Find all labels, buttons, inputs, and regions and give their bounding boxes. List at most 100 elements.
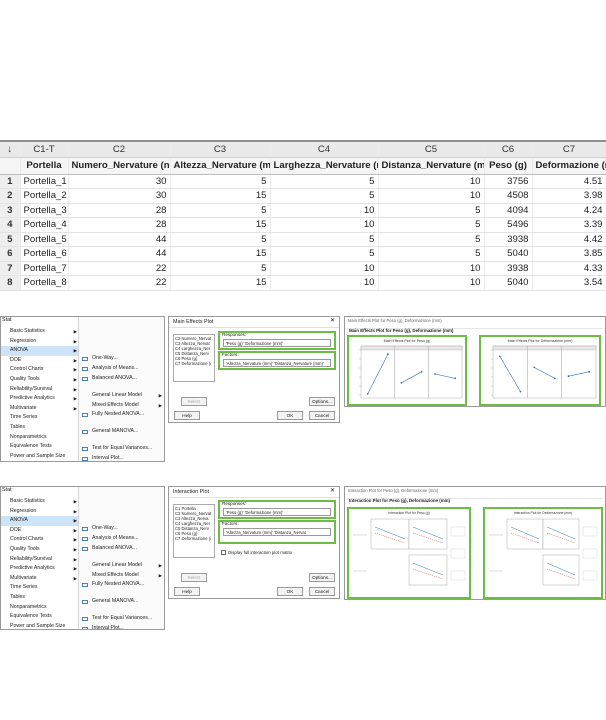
row-number[interactable]: 7 [0,261,21,276]
table-cell[interactable]: 22 [68,275,171,291]
select-button[interactable]: Select [181,573,207,582]
table-cell[interactable]: 4.42 [532,232,606,247]
close-icon[interactable]: ✕ [330,317,335,324]
menu-item[interactable]: Reliability/Survival ▶ [1,555,78,565]
table-cell[interactable]: 3.85 [532,246,606,262]
submenu-item[interactable]: Balanced ANOVA... [79,374,164,384]
table-cell[interactable]: 28 [68,203,171,218]
table-cell[interactable]: 10 [378,275,485,291]
menu-item[interactable]: Time Series [1,413,78,423]
table-cell[interactable]: Portella_8 [20,275,69,291]
table-cell[interactable]: 4.33 [532,261,606,276]
menu-item[interactable]: Tables [1,593,78,603]
column-id[interactable]: C5 [378,140,485,158]
table-cell[interactable]: 10 [270,275,379,291]
table-cell[interactable]: 15 [170,246,271,262]
menu-item[interactable]: Multivariate ▶ [1,404,78,414]
table-cell[interactable]: 5040 [484,246,533,262]
options-button[interactable]: Options... [309,573,335,582]
row-number[interactable]: 4 [0,217,21,233]
table-cell[interactable]: 10 [378,261,485,276]
menu-item[interactable]: Equivalence Tests [1,442,78,452]
table-cell[interactable]: 3938 [484,232,533,247]
row-number[interactable]: 2 [0,188,21,204]
table-cell[interactable]: 5 [378,217,485,233]
column-name[interactable]: Deformazione (mm) [532,157,606,175]
menu-item[interactable]: Time Series [1,583,78,593]
menu-item[interactable]: Quality Tools ▶ [1,545,78,555]
ok-button[interactable]: OK [277,411,303,420]
table-cell[interactable]: 5 [270,246,379,262]
column-name[interactable]: Larghezza_Nervature (mm) [270,157,379,175]
menu-item[interactable]: Nonparametrics [1,603,78,613]
table-cell[interactable]: 4.51 [532,174,606,189]
variable-item[interactable]: C7 Deformazione (i [175,536,213,541]
menu-item[interactable]: Basic Statistics ▶ [1,327,78,337]
table-cell[interactable]: 22 [68,261,171,276]
column-id[interactable]: C2 [68,140,171,158]
column-name[interactable]: Peso (g) [484,157,533,175]
table-cell[interactable]: 15 [170,275,271,291]
submenu-item[interactable]: Fully Nested ANOVA... [79,580,164,590]
table-cell[interactable]: 15 [170,217,271,233]
menu-item[interactable]: Regression ▶ [1,507,78,517]
deformazione-interaction-frame[interactable]: Interaction Plot for Deformazione (mm) [483,507,603,599]
column-id[interactable]: C6 [484,140,533,158]
submenu-item[interactable]: Analysis of Means... [79,534,164,544]
submenu-item[interactable]: One-Way... [79,354,164,364]
peso-interaction-frame[interactable]: Interaction Plot for Peso (g) [347,507,471,599]
column-name[interactable]: Altezza_Nervature (mm) [170,157,271,175]
column-name[interactable]: Portella [20,157,69,175]
help-button[interactable]: Help [174,411,200,420]
row-number[interactable]: 8 [0,275,21,291]
menu-item[interactable]: Power and Sample Size [1,452,78,461]
table-cell[interactable]: 4.24 [532,203,606,218]
responses-field[interactable]: 'Peso (g)' 'Deformazione (mm)' [223,339,331,347]
table-cell[interactable]: Portella_6 [20,246,69,262]
table-cell[interactable]: 5 [170,261,271,276]
submenu-item[interactable]: Test for Equal Variances... [79,444,164,454]
row-number[interactable]: 6 [0,246,21,262]
menu-item[interactable]: Basic Statistics ▶ [1,497,78,507]
submenu-item[interactable]: Fully Nested ANOVA... [79,410,164,420]
table-cell[interactable]: 5 [270,232,379,247]
menu-item[interactable]: Predictive Analytics ▶ [1,394,78,404]
factors-field[interactable]: 'Altezza_Nervature (mm)' 'Distanza_Nerva… [223,359,331,367]
menu-item[interactable]: Quality Tools ▶ [1,375,78,385]
menu-item[interactable]: Regression ▶ [1,337,78,347]
menu-item[interactable]: Control Charts ▶ [1,365,78,375]
table-cell[interactable]: 10 [270,217,379,233]
table-cell[interactable]: 5040 [484,275,533,291]
table-cell[interactable]: 3756 [484,174,533,189]
table-cell[interactable]: 3.54 [532,275,606,291]
submenu-item[interactable]: Balanced ANOVA... [79,544,164,554]
submenu-item[interactable]: Mixed Effects Model ▶ [79,401,164,411]
table-cell[interactable]: 4508 [484,188,533,204]
table-cell[interactable]: 4094 [484,203,533,218]
table-cell[interactable]: 5 [170,203,271,218]
table-cell[interactable]: Portella_3 [20,203,69,218]
table-cell[interactable]: 10 [270,261,379,276]
select-button[interactable]: Select [181,397,207,406]
full-matrix-checkbox[interactable]: Display full interaction plot matrix [221,550,292,555]
responses-field[interactable]: 'Peso (g)' 'Deformazione (mm)' [223,508,331,516]
data-direction-arrow[interactable]: ↓ [0,140,21,158]
variable-item[interactable]: C7 Deformazione (i [175,361,213,366]
table-cell[interactable]: 30 [68,188,171,204]
column-id[interactable]: C7 [532,140,606,158]
menu-item[interactable]: ANOVA ▶ [1,346,78,356]
column-name[interactable]: Numero_Nervature (n°) [68,157,171,175]
deformazione-plot-frame[interactable]: Main Effects Plot for Deformazione (mm) [479,335,601,406]
factors-field[interactable]: 'Altezza_Nervature (mm)' 'Distanza_Nerva… [223,528,331,536]
table-cell[interactable]: 28 [68,217,171,233]
table-cell[interactable]: 5 [170,232,271,247]
table-cell[interactable]: Portella_7 [20,261,69,276]
row-number[interactable]: 1 [0,174,21,189]
table-cell[interactable]: 10 [378,188,485,204]
table-cell[interactable]: 10 [378,174,485,189]
menu-item[interactable]: Power and Sample Size [1,622,78,629]
menu-item[interactable]: Multivariate ▶ [1,574,78,584]
submenu-item[interactable]: General Linear Model ▶ [79,391,164,401]
table-cell[interactable]: 3938 [484,261,533,276]
close-icon[interactable]: ✕ [330,487,335,494]
